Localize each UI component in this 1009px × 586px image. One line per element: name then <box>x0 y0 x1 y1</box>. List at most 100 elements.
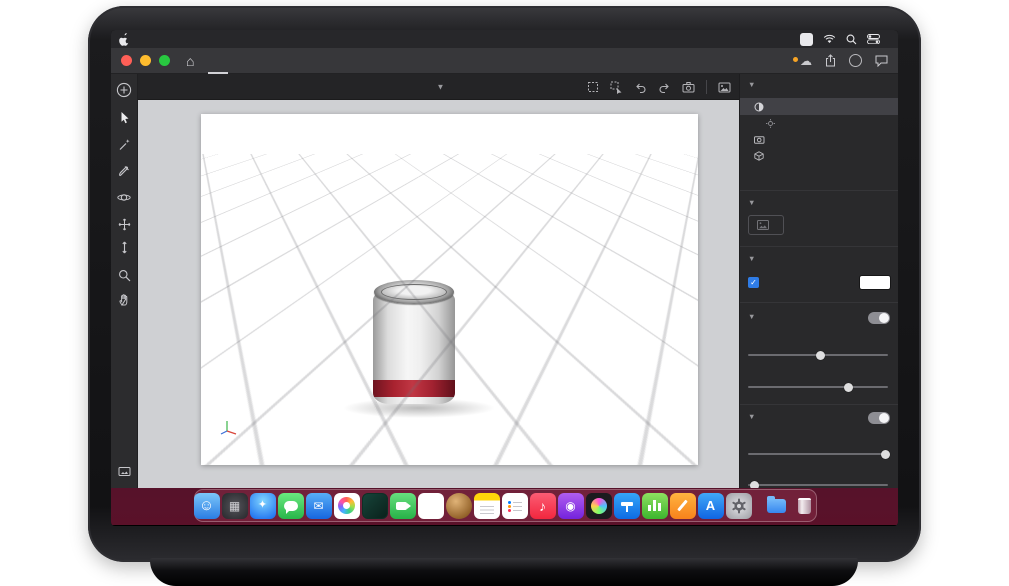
zoom-control[interactable]: ▼ <box>433 82 445 91</box>
viewport[interactable] <box>138 100 739 488</box>
minimize-button[interactable] <box>140 55 151 66</box>
food-can-model[interactable] <box>373 280 455 412</box>
pan-tool[interactable] <box>111 218 137 231</box>
dock-icon-finder[interactable] <box>194 493 220 519</box>
render-preview-icon[interactable] <box>718 81 731 94</box>
dock-icon-safari[interactable] <box>250 493 276 519</box>
chevron-down-icon: ▼ <box>748 412 755 421</box>
search-icon[interactable] <box>846 34 857 45</box>
artboard[interactable] <box>201 114 698 465</box>
actions-section-header[interactable]: ▼ <box>748 198 760 207</box>
global-light-toggle[interactable] <box>868 312 890 324</box>
dock-icon-reminders[interactable] <box>502 493 528 519</box>
toolbar-divider <box>706 80 707 94</box>
chevron-down-icon: ▼ <box>748 198 755 207</box>
panel-divider <box>740 302 898 303</box>
dock-icon-photos[interactable] <box>334 493 360 519</box>
dock-icon-mail[interactable] <box>306 493 332 519</box>
dock-icon-notes[interactable] <box>474 493 500 519</box>
menu-bar <box>111 30 898 48</box>
tab-render[interactable] <box>228 48 248 74</box>
window-titlebar: ⌂ ☁ <box>111 48 898 74</box>
dimension-window: ⌂ ☁ <box>111 48 898 488</box>
dock-icon-siri[interactable] <box>586 493 612 519</box>
sampler-tool[interactable] <box>111 164 137 177</box>
tab-design[interactable] <box>208 48 228 74</box>
dock-icon-app-store[interactable] <box>698 493 724 519</box>
dock-icon-folder[interactable] <box>764 493 790 519</box>
global-light-section-header[interactable]: ▼ <box>748 312 760 321</box>
scene-section-header[interactable]: ▼ <box>748 80 760 89</box>
control-center-icon[interactable] <box>867 34 880 44</box>
dolly-tool[interactable] <box>111 241 137 254</box>
dock-icon-system-preferences[interactable] <box>726 493 752 519</box>
help-icon[interactable] <box>849 54 862 67</box>
panel-divider <box>740 246 898 247</box>
marquee-select-icon[interactable] <box>610 81 623 94</box>
background-color-swatch[interactable] <box>860 276 890 289</box>
can-lid <box>374 280 454 304</box>
match-image-button[interactable] <box>748 215 784 235</box>
background-row <box>748 276 890 289</box>
comments-icon[interactable] <box>875 55 888 67</box>
dock-icon-podcasts[interactable] <box>558 493 584 519</box>
dock-icon-messages[interactable] <box>278 493 304 519</box>
chevron-down-icon: ▼ <box>748 254 755 263</box>
mode-tabs <box>208 48 248 74</box>
frame-icon[interactable] <box>587 81 599 93</box>
dock-icon-keynote[interactable] <box>614 493 640 519</box>
tool-rail <box>111 74 138 488</box>
dock-icon-unknown-brown-app[interactable] <box>446 493 472 519</box>
slider-knob[interactable] <box>750 481 759 489</box>
global-intensity-slider[interactable] <box>748 354 888 356</box>
shadow-opacity-slider[interactable] <box>748 453 888 455</box>
reflection-opacity-slider[interactable] <box>748 484 888 486</box>
close-button[interactable] <box>121 55 132 66</box>
dock-icon-facetime[interactable] <box>390 493 416 519</box>
axis-widget <box>219 415 241 437</box>
canvas-toolbar: ▼ <box>138 74 739 100</box>
magic-wand-tool[interactable] <box>111 138 137 151</box>
dock-icon-pages[interactable] <box>670 493 696 519</box>
share-icon[interactable] <box>825 54 836 67</box>
dock-icon-trash[interactable] <box>792 493 818 519</box>
can-body <box>373 292 455 404</box>
scene-item-environment-light[interactable] <box>740 115 898 132</box>
slider-knob[interactable] <box>844 383 853 392</box>
scene-item-food-can[interactable] <box>740 147 898 164</box>
dock <box>194 489 817 522</box>
zoom-tool[interactable] <box>111 269 137 282</box>
dock-icon-music[interactable] <box>530 493 556 519</box>
input-source-icon[interactable] <box>800 33 813 46</box>
global-rotation-slider[interactable] <box>748 386 888 388</box>
chevron-down-icon: ▼ <box>437 82 445 91</box>
ground-toggle[interactable] <box>868 412 890 424</box>
orbit-tool[interactable] <box>111 191 137 204</box>
select-tool[interactable] <box>111 111 137 125</box>
apple-menu-icon[interactable] <box>119 33 130 46</box>
add-content-button[interactable] <box>111 82 137 98</box>
ground-section-header[interactable]: ▼ <box>748 412 760 421</box>
redo-icon[interactable] <box>658 81 671 94</box>
home-icon[interactable]: ⌂ <box>186 54 194 68</box>
scene-item-environment[interactable] <box>740 98 898 115</box>
can-red-band <box>373 380 455 397</box>
slider-knob[interactable] <box>816 351 825 360</box>
dock-icon-launchpad[interactable] <box>222 493 248 519</box>
slider-knob[interactable] <box>881 450 890 459</box>
ground-grid <box>201 114 698 154</box>
dock-icon-dimension[interactable] <box>362 493 388 519</box>
dock-icon-calendar[interactable] <box>418 493 444 519</box>
hand-tool[interactable] <box>111 293 137 306</box>
undo-icon[interactable] <box>634 81 647 94</box>
dock-icon-numbers[interactable] <box>642 493 668 519</box>
macbook: ⌂ ☁ <box>88 6 921 562</box>
properties-section-header[interactable]: ▼ <box>748 254 760 263</box>
sync-status-cloud-icon[interactable]: ☁ <box>800 54 812 68</box>
fullscreen-button[interactable] <box>159 55 170 66</box>
scene-item-camera[interactable] <box>740 131 898 148</box>
render-export-icon[interactable] <box>111 465 137 478</box>
wifi-icon[interactable] <box>823 34 836 44</box>
background-checkbox[interactable] <box>748 277 759 288</box>
camera-bookmark-icon[interactable] <box>682 81 695 94</box>
